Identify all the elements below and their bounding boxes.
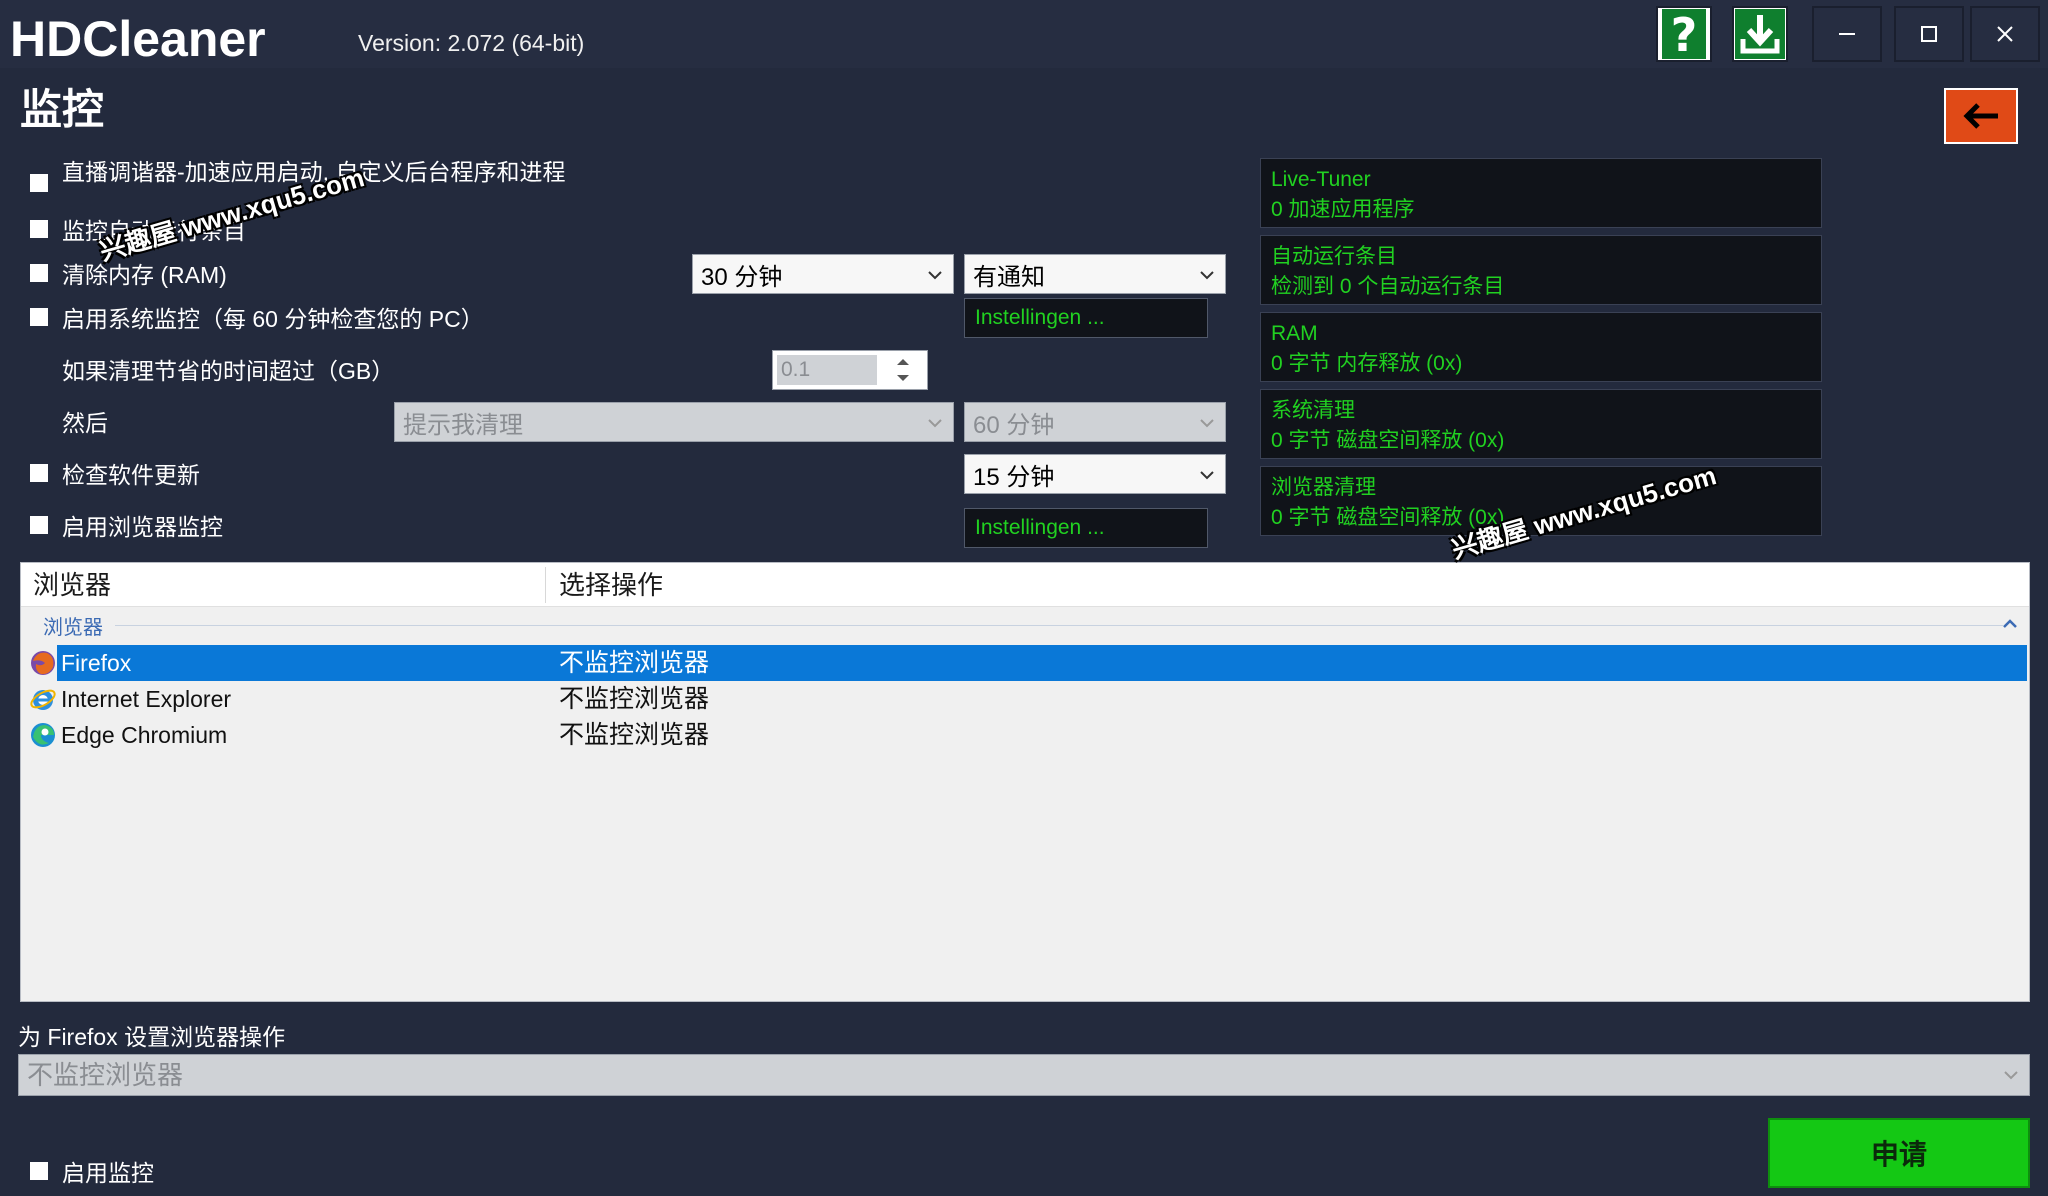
enable-monitor-label: 启用监控: [62, 1160, 154, 1186]
stepper-arrows-icon[interactable]: [881, 353, 925, 387]
check-updates-label: 检查软件更新: [62, 462, 200, 488]
maximize-icon: [1921, 26, 1937, 42]
help-glyph: ?: [1662, 9, 1706, 59]
chevron-down-icon: [928, 419, 942, 428]
chevron-down-icon: [1200, 419, 1214, 428]
system-settings-button[interactable]: Instellingen ...: [964, 298, 1208, 338]
column-header-action[interactable]: 选择操作: [547, 563, 663, 607]
option-browser-monitor[interactable]: 启用浏览器监控: [30, 508, 223, 542]
stat-detail: 0 字节 内存释放 (0x): [1271, 352, 1463, 375]
minimize-icon: [1839, 33, 1855, 35]
browser-action-select[interactable]: 不监控浏览器: [18, 1054, 2030, 1096]
threshold-stepper[interactable]: 0.1: [772, 350, 928, 390]
notify-select[interactable]: 有通知: [964, 254, 1226, 294]
stat-autorun: 自动运行条目 检测到 0 个自动运行条目: [1260, 235, 1822, 305]
edge-icon: [31, 723, 55, 747]
back-button[interactable]: [1944, 88, 2018, 144]
list-item-edge-chromium[interactable]: Edge Chromium 不监控浏览器: [21, 717, 2029, 753]
chevron-up-icon[interactable]: [2001, 615, 2019, 633]
column-header-browser[interactable]: 浏览器: [21, 563, 111, 607]
close-button[interactable]: [1970, 6, 2040, 62]
app-version: Version: 2.072 (64-bit): [358, 30, 585, 56]
stat-title: Live-Tuner: [1271, 168, 1371, 191]
threshold-input[interactable]: 0.1: [777, 355, 877, 385]
close-icon: [1997, 26, 2013, 42]
minimize-button[interactable]: [1812, 6, 1882, 62]
threshold-label: 如果清理节省的时间超过（GB）: [62, 358, 395, 384]
browser-monitor-label: 启用浏览器监控: [62, 514, 223, 540]
then-action-select[interactable]: 提示我清理: [394, 402, 954, 442]
browser-action-select-value: 不监控浏览器: [27, 1060, 184, 1090]
chevron-down-icon: [2004, 1071, 2018, 1080]
help-icon[interactable]: ?: [1656, 6, 1712, 62]
firefox-icon: [31, 651, 55, 675]
notify-value: 有通知: [973, 263, 1045, 291]
list-item-firefox[interactable]: Firefox 不监控浏览器: [21, 645, 2029, 681]
stat-system-clean: 系统清理 0 字节 磁盘空间释放 (0x): [1260, 389, 1822, 459]
ram-interval-select[interactable]: 30 分钟: [692, 254, 954, 294]
column-separator[interactable]: [545, 567, 546, 603]
stat-title: 系统清理: [1271, 399, 1355, 422]
chevron-down-icon: [1200, 471, 1214, 480]
internet-explorer-icon: [30, 689, 56, 710]
browser-name: Firefox: [61, 650, 132, 676]
update-interval-select[interactable]: 15 分钟: [964, 454, 1226, 494]
download-icon[interactable]: [1732, 6, 1788, 62]
group-divider: [115, 625, 2003, 626]
maximize-button[interactable]: [1894, 6, 1964, 62]
browser-action: 不监控浏览器: [559, 685, 710, 713]
then-action-value: 提示我清理: [403, 411, 523, 439]
arrow-left-icon: [1963, 103, 1998, 129]
stat-title: 自动运行条目: [1271, 245, 1397, 268]
browser-list[interactable]: 浏览器 选择操作 浏览器 Firefox 不监控浏览器 Internet Exp…: [20, 562, 2030, 1002]
stat-detail: 检测到 0 个自动运行条目: [1271, 275, 1505, 298]
browser-monitor-checkbox[interactable]: [30, 516, 48, 534]
monitor-autorun-checkbox[interactable]: [30, 220, 48, 238]
apply-button[interactable]: 申请: [1768, 1118, 2030, 1188]
clear-ram-label: 清除内存 (RAM): [62, 262, 227, 288]
browser-settings-button[interactable]: Instellingen ...: [964, 508, 1208, 548]
stat-live-tuner: Live-Tuner 0 加速应用程序: [1260, 158, 1822, 228]
live-tuner-checkbox[interactable]: [30, 174, 48, 192]
option-system-monitor[interactable]: 启用系统监控（每 60 分钟检查您的 PC）: [30, 300, 484, 334]
download-glyph: [1735, 9, 1785, 59]
app-name: HDCleaner: [10, 11, 266, 67]
then-interval-select[interactable]: 60 分钟: [964, 402, 1226, 442]
system-monitor-checkbox[interactable]: [30, 308, 48, 326]
selection-highlight: [57, 645, 2027, 681]
browser-name: Internet Explorer: [61, 686, 232, 712]
title-bar: HDCleaner Version: 2.072 (64-bit) ?: [0, 0, 2048, 68]
list-header: 浏览器 选择操作: [21, 563, 2029, 607]
enable-monitor-checkbox[interactable]: [30, 1162, 48, 1180]
stat-ram: RAM 0 字节 内存释放 (0x): [1260, 312, 1822, 382]
system-monitor-label: 启用系统监控（每 60 分钟检查您的 PC）: [62, 306, 484, 332]
stat-title: 浏览器清理: [1271, 476, 1376, 499]
page-title: 监控: [20, 86, 105, 133]
chevron-down-icon: [1200, 271, 1214, 280]
option-enable-monitor[interactable]: 启用监控: [30, 1154, 154, 1188]
chevron-down-icon: [928, 271, 942, 280]
list-item-internet-explorer[interactable]: Internet Explorer 不监控浏览器: [21, 681, 2029, 717]
clear-ram-checkbox[interactable]: [30, 264, 48, 282]
browser-action: 不监控浏览器: [559, 721, 710, 749]
update-interval-value: 15 分钟: [973, 463, 1055, 491]
ram-interval-value: 30 分钟: [701, 263, 783, 291]
svg-text:?: ?: [1671, 9, 1698, 59]
browser-name: Edge Chromium: [61, 722, 228, 748]
then-label: 然后: [62, 410, 108, 436]
stat-detail: 0 加速应用程序: [1271, 198, 1415, 221]
then-interval-value: 60 分钟: [973, 411, 1055, 439]
browser-action: 不监控浏览器: [559, 649, 710, 677]
stat-title: RAM: [1271, 322, 1318, 345]
group-label: 浏览器: [43, 617, 103, 639]
browser-action-label: 为 Firefox 设置浏览器操作: [18, 1024, 286, 1050]
stat-detail: 0 字节 磁盘空间释放 (0x): [1271, 429, 1505, 452]
option-check-updates[interactable]: 检查软件更新: [30, 456, 200, 490]
check-updates-checkbox[interactable]: [30, 464, 48, 482]
